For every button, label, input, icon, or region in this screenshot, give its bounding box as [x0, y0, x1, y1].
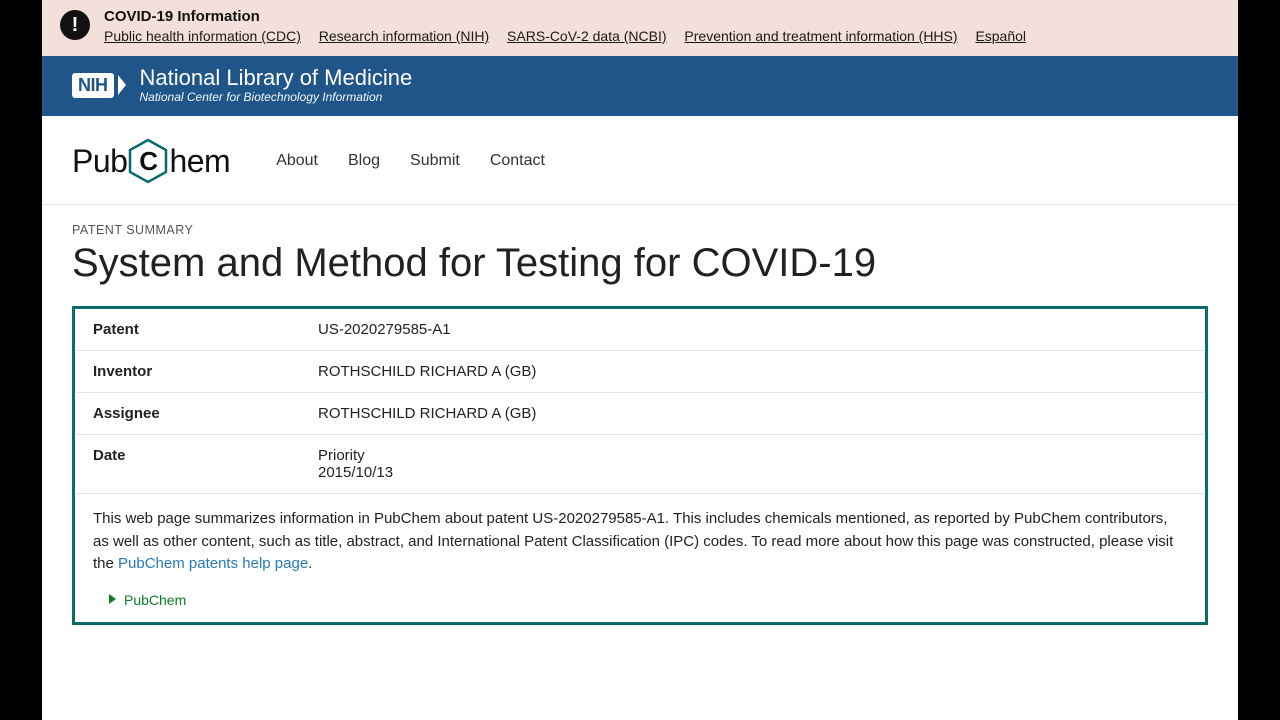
- logo-prefix: Pub: [72, 143, 127, 180]
- alert-icon: !: [60, 10, 90, 40]
- page-root: ! COVID-19 Information Public health inf…: [42, 0, 1238, 720]
- pubchem-bar: Pub C hem About Blog Submit Contact: [42, 116, 1238, 205]
- row-inventor: Inventor ROTHSCHILD RICHARD A (GB): [75, 351, 1205, 393]
- nav-blog[interactable]: Blog: [348, 152, 380, 170]
- row-date: Date Priority 2015/10/13: [75, 435, 1205, 494]
- value-inventor: ROTHSCHILD RICHARD A (GB): [318, 363, 1187, 380]
- logo-c: C: [139, 146, 157, 177]
- summary-box: Patent US-2020279585-A1 Inventor ROTHSCH…: [72, 306, 1208, 625]
- pubchem-logo[interactable]: Pub C hem: [72, 138, 230, 184]
- nav-contact[interactable]: Contact: [490, 152, 545, 170]
- chevron-right-icon: [118, 75, 126, 95]
- covid-banner: ! COVID-19 Information Public health inf…: [42, 0, 1238, 56]
- summary-description: This web page summarizes information in …: [75, 494, 1205, 592]
- triangle-right-icon: [109, 594, 116, 604]
- value-date: Priority 2015/10/13: [318, 447, 1187, 481]
- source-link-pubchem[interactable]: PubChem: [124, 592, 186, 608]
- nav-links: About Blog Submit Contact: [276, 152, 545, 170]
- row-assignee: Assignee ROTHSCHILD RICHARD A (GB): [75, 393, 1205, 435]
- covid-link-es[interactable]: Español: [975, 28, 1026, 44]
- covid-title: COVID-19 Information: [104, 8, 1220, 25]
- nih-logo-text: NIH: [72, 73, 114, 98]
- value-patent: US-2020279585-A1: [318, 321, 1187, 338]
- label-assignee: Assignee: [93, 405, 318, 422]
- nlm-header: NIH National Library of Medicine Nationa…: [42, 56, 1238, 116]
- logo-suffix: hem: [169, 143, 230, 180]
- label-patent: Patent: [93, 321, 318, 338]
- covid-link-cdc[interactable]: Public health information (CDC): [104, 28, 301, 44]
- desc-text-2: .: [308, 555, 312, 572]
- covid-text-block: COVID-19 Information Public health infor…: [104, 8, 1220, 44]
- nlm-title-block[interactable]: National Library of Medicine National Ce…: [140, 66, 413, 104]
- nlm-subtitle: National Center for Biotechnology Inform…: [140, 90, 413, 104]
- kicker: PATENT SUMMARY: [72, 223, 1208, 237]
- covid-link-nih[interactable]: Research information (NIH): [319, 28, 489, 44]
- content: PATENT SUMMARY System and Method for Tes…: [42, 205, 1238, 625]
- row-patent: Patent US-2020279585-A1: [75, 309, 1205, 351]
- nih-badge[interactable]: NIH: [72, 73, 126, 98]
- source-row: PubChem: [75, 592, 1205, 622]
- label-inventor: Inventor: [93, 363, 318, 380]
- nav-about[interactable]: About: [276, 152, 318, 170]
- nav-submit[interactable]: Submit: [410, 152, 460, 170]
- value-assignee: ROTHSCHILD RICHARD A (GB): [318, 405, 1187, 422]
- covid-links: Public health information (CDC) Research…: [104, 28, 1220, 44]
- covid-link-ncbi[interactable]: SARS-CoV-2 data (NCBI): [507, 28, 667, 44]
- nlm-title: National Library of Medicine: [140, 66, 413, 90]
- covid-link-hhs[interactable]: Prevention and treatment information (HH…: [684, 28, 957, 44]
- patents-help-link[interactable]: PubChem patents help page: [118, 555, 308, 572]
- page-title: System and Method for Testing for COVID-…: [72, 241, 1208, 286]
- label-date: Date: [93, 447, 318, 481]
- hexagon-icon: C: [128, 138, 168, 184]
